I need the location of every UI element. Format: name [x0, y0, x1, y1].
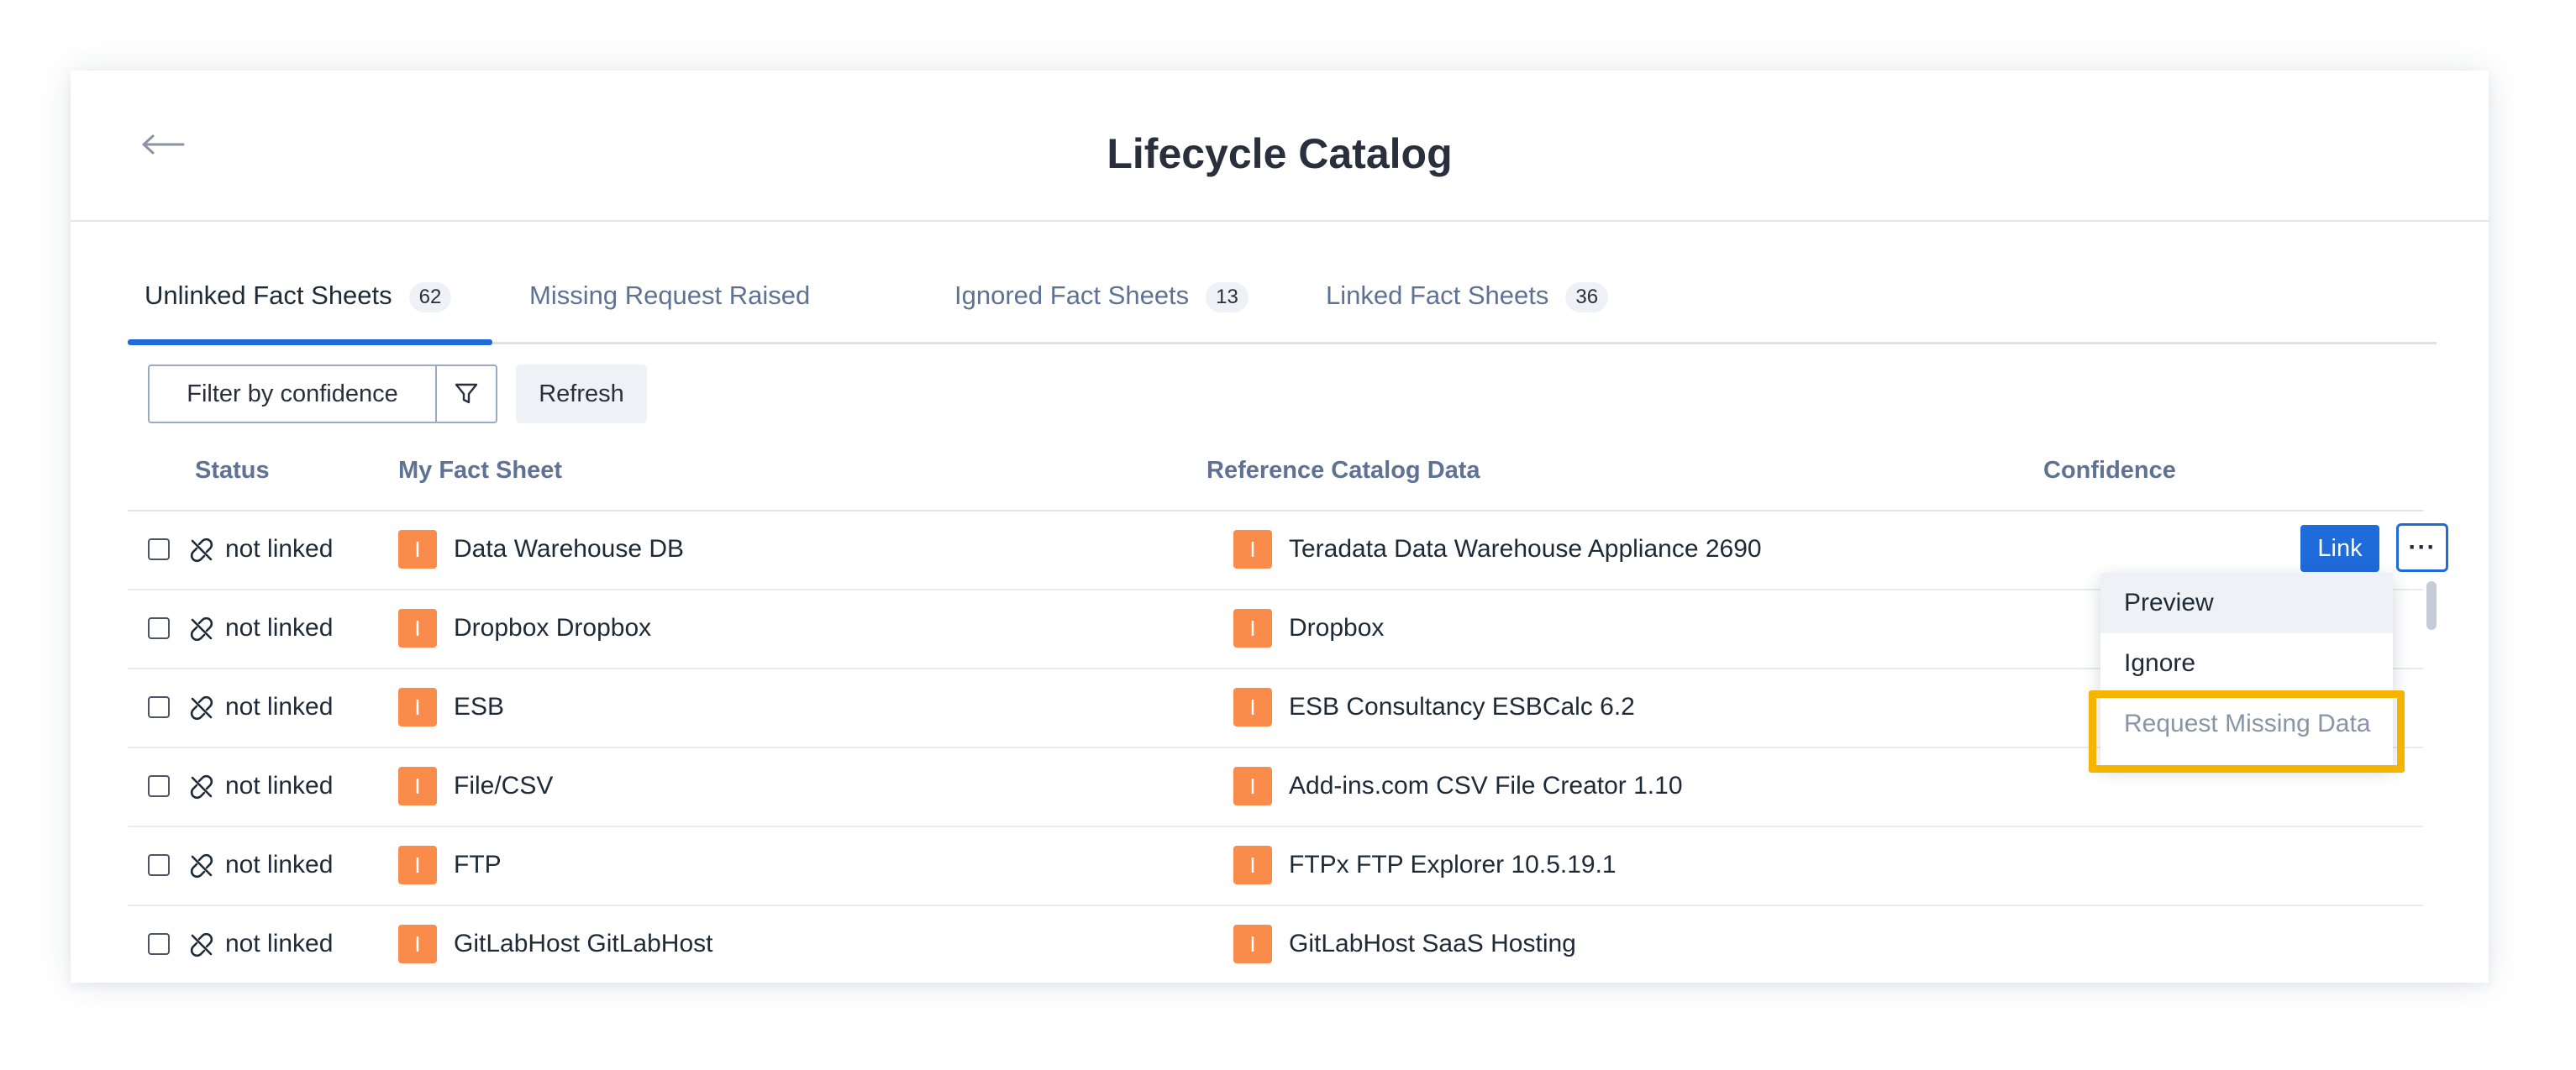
unlink-icon — [188, 616, 215, 643]
row-checkbox[interactable] — [148, 775, 170, 797]
reference-catalog-name[interactable]: Dropbox — [1289, 614, 1384, 643]
unlink-icon — [188, 774, 215, 800]
status-text: not linked — [225, 772, 334, 800]
filter-by-confidence[interactable]: Filter by confidence — [148, 365, 497, 423]
menu-item-ignore[interactable]: Ignore — [2100, 633, 2393, 694]
reference-catalog-name[interactable]: ESB Consultancy ESBCalc 6.2 — [1289, 693, 1635, 721]
status-text: not linked — [225, 930, 334, 957]
my-fact-sheet-name[interactable]: Dropbox Dropbox — [454, 614, 651, 643]
reference-catalog-name[interactable]: FTPx FTP Explorer 10.5.19.1 — [1289, 851, 1617, 879]
header: Lifecycle Catalog — [71, 71, 2489, 222]
fact-sheet-icon: I — [398, 609, 437, 648]
column-header-reference-catalog-data[interactable]: Reference Catalog Data — [1207, 457, 1480, 485]
status-text: not linked — [225, 693, 334, 721]
status-text: not linked — [225, 535, 334, 563]
tab-count-badge: 62 — [408, 282, 452, 312]
column-header-my-fact-sheet[interactable]: My Fact Sheet — [398, 457, 562, 485]
my-fact-sheet-name[interactable]: GitLabHost GitLabHost — [454, 930, 712, 958]
tab-label: Ignored Fact Sheets — [954, 281, 1190, 310]
fact-sheet-icon: I — [398, 688, 437, 726]
tab-ignored-fact-sheets[interactable]: Ignored Fact Sheets 13 — [954, 281, 1249, 343]
fact-sheet-icon: I — [398, 530, 437, 569]
my-fact-sheet-name[interactable]: Data Warehouse DB — [454, 535, 684, 564]
filter-funnel-icon[interactable] — [437, 366, 496, 422]
filter-label: Filter by confidence — [150, 366, 437, 422]
fact-sheet-icon: I — [398, 925, 437, 963]
more-actions-button[interactable]: ··· — [2396, 523, 2448, 572]
status-text: not linked — [225, 851, 334, 879]
my-fact-sheet-name[interactable]: ESB — [454, 693, 504, 721]
row-checkbox[interactable] — [148, 538, 170, 560]
table-row[interactable]: not linked I FTP I FTPx FTP Explorer 10.… — [128, 827, 2423, 906]
tab-label: Missing Request Raised — [529, 281, 811, 310]
fact-sheet-icon: I — [1233, 846, 1272, 884]
reference-catalog-name[interactable]: Add-ins.com CSV File Creator 1.10 — [1289, 772, 1683, 800]
tab-count-badge: 13 — [1206, 282, 1249, 312]
menu-item-preview[interactable]: Preview — [2100, 573, 2393, 633]
row-checkbox[interactable] — [148, 696, 170, 718]
tab-label: Unlinked Fact Sheets — [145, 281, 392, 310]
status-text: not linked — [225, 614, 334, 642]
lifecycle-catalog-panel: Lifecycle Catalog Unlinked Fact Sheets 6… — [71, 71, 2489, 983]
menu-item-request-missing-data[interactable]: Request Missing Data — [2100, 694, 2393, 754]
fact-sheet-icon: I — [1233, 767, 1272, 805]
fact-sheet-icon: I — [398, 767, 437, 805]
fact-sheet-icon: I — [1233, 609, 1272, 648]
table-row[interactable]: not linked I Dropbox Dropbox I Dropbox V… — [128, 590, 2423, 669]
table-row[interactable]: not linked I ESB I ESB Consultancy ESBCa… — [128, 669, 2423, 748]
unlink-icon — [188, 931, 215, 958]
refresh-button[interactable]: Refresh — [516, 365, 647, 423]
page-title: Lifecycle Catalog — [1107, 130, 1453, 177]
fact-sheet-icon: I — [1233, 530, 1272, 569]
tab-label: Linked Fact Sheets — [1326, 281, 1549, 310]
reference-catalog-name[interactable]: GitLabHost SaaS Hosting — [1289, 930, 1576, 958]
my-fact-sheet-name[interactable]: FTP — [454, 851, 502, 879]
table-row[interactable]: not linked I File/CSV I Add-ins.com CSV … — [128, 748, 2423, 827]
scrollbar-thumb[interactable] — [2426, 581, 2437, 630]
fact-sheet-icon: I — [1233, 925, 1272, 963]
fact-sheet-icon: I — [1233, 688, 1272, 726]
unlink-icon — [188, 852, 215, 879]
more-dots-icon: ··· — [2408, 533, 2437, 561]
unlink-icon — [188, 695, 215, 721]
tab-linked-fact-sheets[interactable]: Linked Fact Sheets 36 — [1326, 281, 1609, 343]
unlink-icon — [188, 537, 215, 564]
link-button[interactable]: Link — [2300, 525, 2379, 572]
my-fact-sheet-name[interactable]: File/CSV — [454, 772, 553, 800]
more-actions-menu: Preview Ignore Request Missing Data — [2100, 573, 2393, 766]
table-row[interactable]: not linked I GitLabHost GitLabHost I Git… — [128, 906, 2423, 983]
row-checkbox[interactable] — [148, 854, 170, 876]
row-checkbox[interactable] — [148, 617, 170, 639]
tab-unlinked-fact-sheets[interactable]: Unlinked Fact Sheets 62 — [145, 281, 452, 343]
tab-count-badge: 36 — [1565, 282, 1609, 312]
fact-sheet-icon: I — [398, 846, 437, 884]
row-checkbox[interactable] — [148, 933, 170, 955]
column-header-status[interactable]: Status — [195, 457, 270, 485]
table-row[interactable]: not linked I Data Warehouse DB I Teradat… — [128, 511, 2448, 590]
reference-catalog-name[interactable]: Teradata Data Warehouse Appliance 2690 — [1289, 535, 1762, 564]
column-header-confidence[interactable]: Confidence — [2043, 457, 2176, 485]
tab-missing-request-raised[interactable]: Missing Request Raised — [529, 281, 810, 343]
